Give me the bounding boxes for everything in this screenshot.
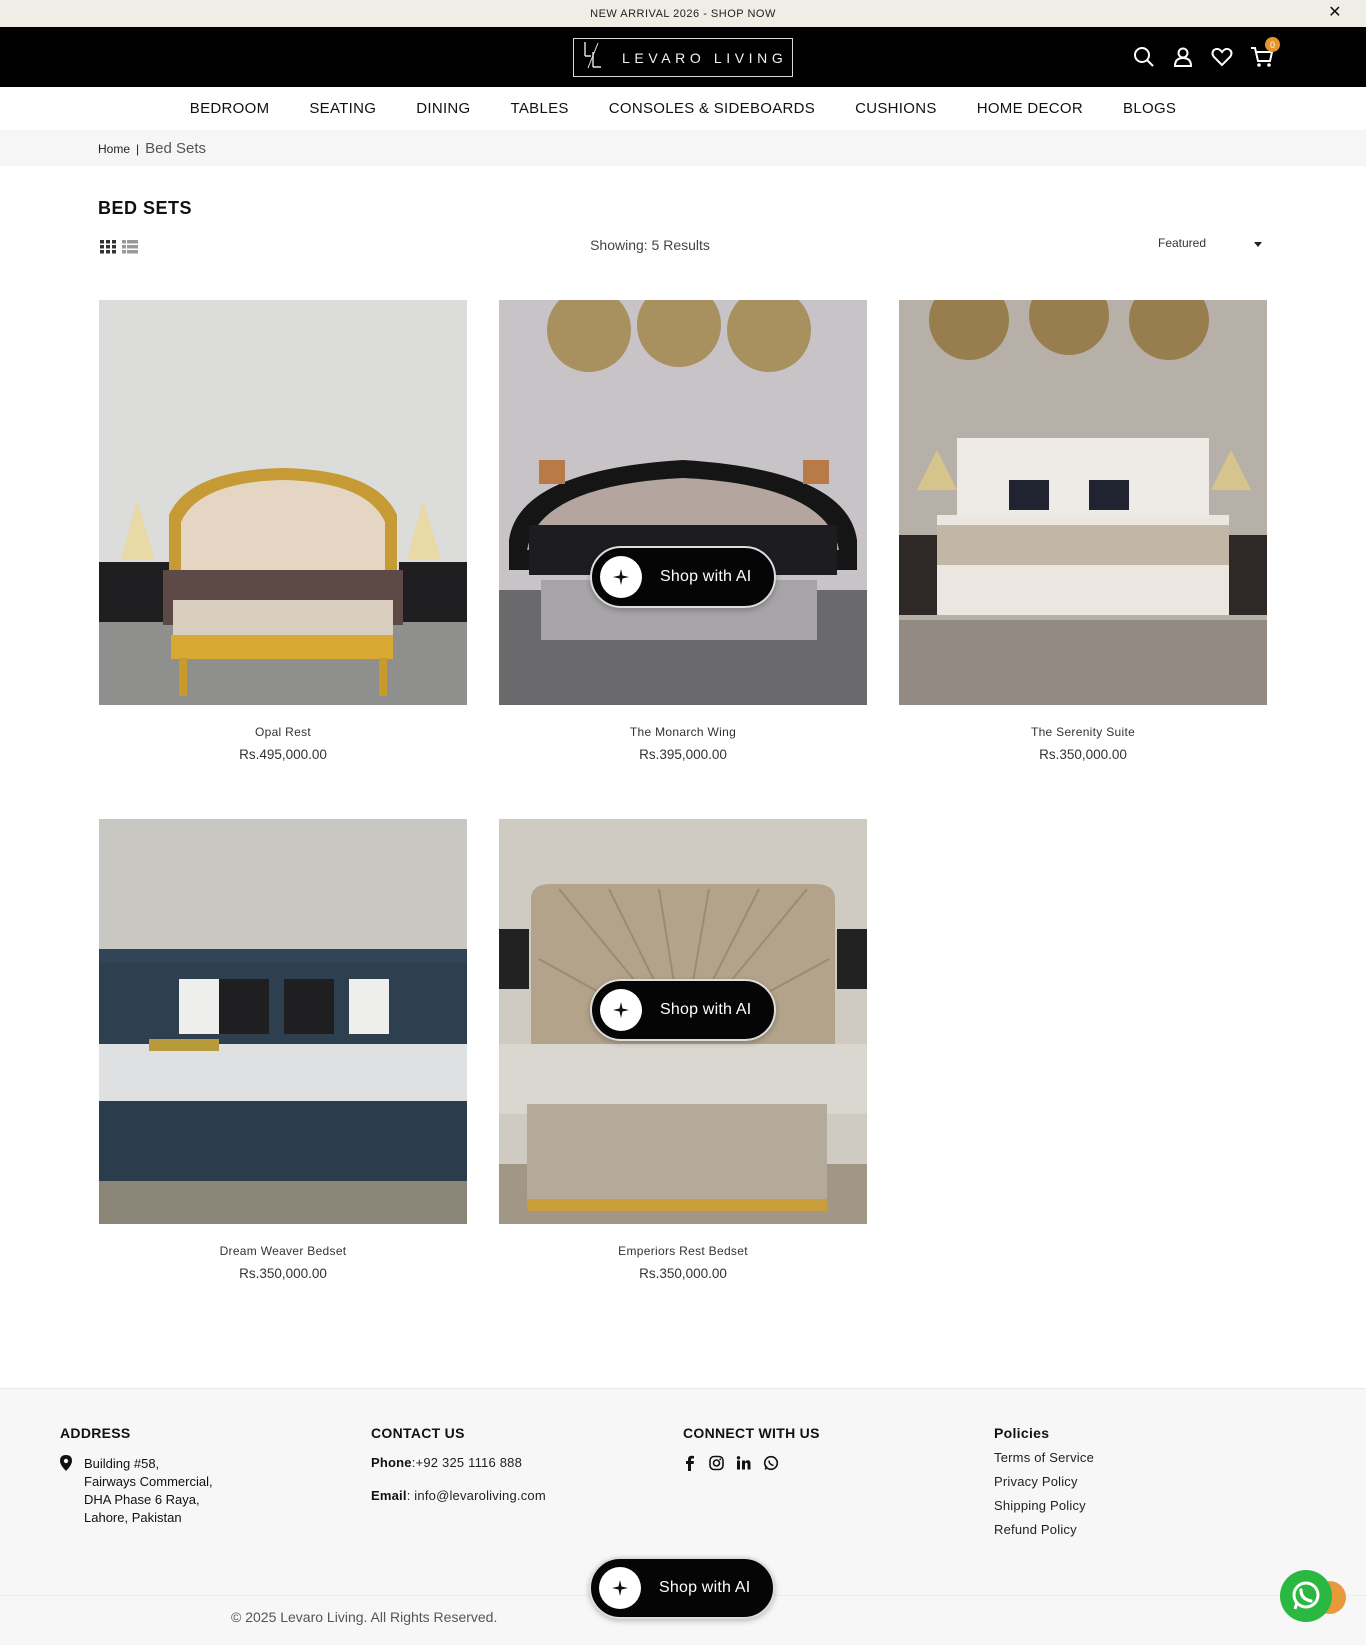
product-card[interactable]: Opal Rest Rs.495,000.00: [99, 300, 467, 762]
product-image[interactable]: Shop with AI: [499, 300, 867, 705]
product-name[interactable]: The Serenity Suite: [899, 725, 1267, 739]
address-line: Fairways Commercial,: [84, 1474, 213, 1489]
nav-item-blogs[interactable]: BLOGS: [1123, 100, 1176, 117]
product-price: Rs.495,000.00: [239, 747, 327, 762]
main-nav: BEDROOM SEATING DINING TABLES CONSOLES &…: [0, 87, 1366, 130]
contact-heading: CONTACT US: [371, 1425, 465, 1441]
product-card[interactable]: Shop with AI Emperiors Rest Bedset Rs.35…: [499, 819, 867, 1281]
product-name[interactable]: The Monarch Wing: [499, 725, 867, 739]
location-pin-icon: [60, 1455, 72, 1527]
bed-image-opal-rest: [99, 300, 467, 705]
address-line: Lahore, Pakistan: [84, 1510, 182, 1525]
phone-value[interactable]: :+92 325 1116 888: [412, 1455, 522, 1470]
breadcrumb-bar: Home | Bed Sets: [0, 130, 1366, 166]
breadcrumb-separator: |: [136, 142, 140, 156]
address-heading: ADDRESS: [60, 1425, 131, 1441]
product-image[interactable]: Shop with AI: [499, 819, 867, 1224]
bed-image-dream-weaver: [99, 819, 467, 1224]
connect-heading: CONNECT WITH US: [683, 1425, 820, 1441]
whatsapp-icon: [1292, 1581, 1320, 1610]
policy-link-refund[interactable]: Refund Policy: [994, 1522, 1094, 1537]
user-icon[interactable]: [1172, 46, 1194, 68]
shop-with-ai-label: Shop with AI: [659, 1579, 751, 1596]
nav-item-seating[interactable]: SEATING: [309, 100, 376, 117]
sparkle-icon: [600, 989, 642, 1031]
whatsapp-chat-button[interactable]: [1280, 1570, 1332, 1622]
logo[interactable]: LEVARO LIVING: [573, 38, 793, 77]
phone-line[interactable]: Phone:+92 325 1116 888: [371, 1455, 546, 1470]
footer-policies: Policies Terms of Service Privacy Policy…: [994, 1425, 1094, 1537]
policies-heading: Policies: [994, 1425, 1050, 1441]
shop-with-ai-button[interactable]: Shop with AI: [590, 979, 776, 1041]
sparkle-icon: [599, 1567, 641, 1609]
shop-with-ai-button[interactable]: Shop with AI: [590, 546, 776, 608]
nav-item-bedroom[interactable]: BEDROOM: [190, 100, 270, 117]
whatsapp-icon[interactable]: [763, 1455, 779, 1476]
nav-item-tables[interactable]: TABLES: [511, 100, 569, 117]
floating-shop-with-ai-button[interactable]: Shop with AI: [589, 1557, 775, 1619]
announcement-bar[interactable]: NEW ARRIVAL 2026 - SHOP NOW ✕: [0, 0, 1366, 27]
product-image[interactable]: [899, 300, 1267, 705]
nav-item-cushions[interactable]: CUSHIONS: [855, 100, 937, 117]
phone-label: Phone: [371, 1455, 412, 1470]
header-icons: 0: [1133, 37, 1280, 68]
product-price: Rs.350,000.00: [239, 1266, 327, 1281]
results-count: Showing: 5 Results: [590, 237, 710, 253]
product-price: Rs.350,000.00: [639, 1266, 727, 1281]
product-image[interactable]: [99, 819, 467, 1224]
instagram-icon[interactable]: [709, 1455, 724, 1476]
page-title: BED SETS: [98, 198, 193, 218]
search-icon[interactable]: [1133, 46, 1155, 68]
product-card[interactable]: Dream Weaver Bedset Rs.350,000.00: [99, 819, 467, 1281]
close-icon[interactable]: ✕: [1328, 5, 1342, 21]
shop-with-ai-label: Shop with AI: [660, 568, 752, 585]
cart-icon[interactable]: 0: [1250, 37, 1280, 68]
heart-icon[interactable]: [1211, 46, 1233, 68]
logo-monogram-icon: [584, 41, 601, 68]
breadcrumb-current: Bed Sets: [145, 140, 207, 157]
shop-with-ai-label: Shop with AI: [660, 1001, 752, 1018]
copyright: © 2025 Levaro Living. All Rights Reserve…: [231, 1609, 498, 1625]
breadcrumb: Home | Bed Sets: [98, 140, 206, 157]
social-links: [683, 1455, 820, 1476]
product-price: Rs.395,000.00: [639, 747, 727, 762]
footer-address: ADDRESS Building #58, Fairways Commercia…: [60, 1425, 213, 1527]
linkedin-icon[interactable]: [736, 1455, 751, 1476]
nav-item-home-decor[interactable]: HOME DECOR: [977, 100, 1083, 117]
caret-down-icon: [1254, 236, 1262, 250]
email-label: Email: [371, 1488, 407, 1503]
breadcrumb-home[interactable]: Home: [98, 142, 130, 156]
policy-link-shipping[interactable]: Shipping Policy: [994, 1498, 1094, 1513]
footer-contact: CONTACT US Phone:+92 325 1116 888 Email:…: [371, 1425, 546, 1503]
address-line: Building #58,: [84, 1456, 160, 1471]
product-name[interactable]: Dream Weaver Bedset: [99, 1244, 467, 1258]
sort-selected-value: Featured: [1158, 236, 1207, 250]
policy-link-terms[interactable]: Terms of Service: [994, 1450, 1094, 1465]
product-price: Rs.350,000.00: [1039, 747, 1127, 762]
product-card[interactable]: The Serenity Suite Rs.350,000.00: [899, 300, 1267, 762]
sort-select[interactable]: Featured: [1158, 236, 1262, 250]
logo-mark: [582, 40, 608, 76]
site-header: LEVARO LIVING 0: [0, 27, 1366, 87]
footer-connect: CONNECT WITH US: [683, 1425, 820, 1476]
facebook-icon[interactable]: [683, 1455, 697, 1476]
email-line[interactable]: Email: info@levaroliving.com: [371, 1488, 546, 1503]
logo-text: LEVARO LIVING: [622, 49, 788, 66]
policy-link-privacy[interactable]: Privacy Policy: [994, 1474, 1094, 1489]
product-name[interactable]: Emperiors Rest Bedset: [499, 1244, 867, 1258]
email-value[interactable]: : info@levaroliving.com: [407, 1488, 546, 1503]
address-block: Building #58, Fairways Commercial, DHA P…: [60, 1455, 213, 1527]
product-name[interactable]: Opal Rest: [99, 725, 467, 739]
announcement-text[interactable]: NEW ARRIVAL 2026 - SHOP NOW: [590, 8, 776, 20]
product-card[interactable]: Shop with AI The Monarch Wing Rs.395,000…: [499, 300, 867, 762]
cart-count-badge: 0: [1265, 37, 1280, 52]
nav-item-consoles-sideboards[interactable]: CONSOLES & SIDEBOARDS: [609, 100, 815, 117]
bed-image-serenity-suite: [899, 300, 1267, 705]
sparkle-icon: [600, 556, 642, 598]
bed-image-monarch-wing: [499, 300, 867, 705]
nav-item-dining[interactable]: DINING: [416, 100, 470, 117]
address-line: DHA Phase 6 Raya,: [84, 1492, 200, 1507]
product-image[interactable]: [99, 300, 467, 705]
